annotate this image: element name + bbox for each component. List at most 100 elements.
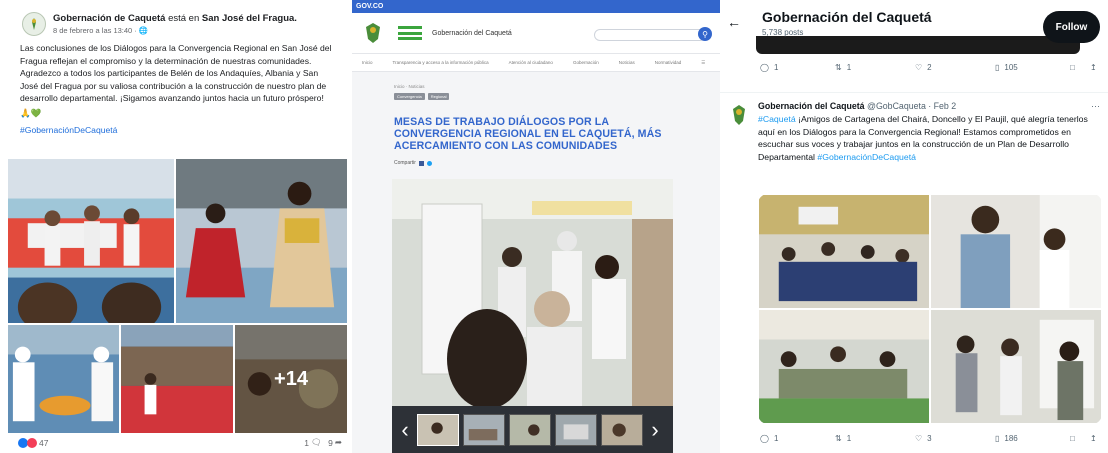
gov-co-logo[interactable]: GOV.CO xyxy=(356,3,383,10)
carousel-thumb[interactable] xyxy=(509,413,551,446)
tag[interactable]: Convergencia xyxy=(394,93,425,100)
like-button[interactable]: ♡ 2 xyxy=(915,63,932,72)
back-arrow-icon[interactable]: ← xyxy=(727,14,741,30)
coat-of-arms-icon xyxy=(366,23,380,43)
repost-icon: ⇅ xyxy=(835,63,842,72)
profile-name: Gobernación del Caquetá xyxy=(762,9,932,25)
article-body: Inicio · Noticias Convergencia Regional … xyxy=(352,84,720,166)
handle-date[interactable]: @GobCaqueta · Feb 2 xyxy=(867,101,956,111)
reply-button[interactable]: ◯ 1 xyxy=(760,63,778,72)
emoji-row: 🙏💚 xyxy=(20,107,42,118)
nav-item[interactable]: Inicio xyxy=(362,60,373,65)
photo-more[interactable]: +14 xyxy=(234,324,348,434)
carousel-thumb[interactable] xyxy=(601,413,643,446)
repost-button[interactable]: ⇅ 1 xyxy=(835,63,851,72)
more-options-icon[interactable]: ··· xyxy=(1091,101,1100,111)
chart-icon: ▯ xyxy=(995,63,1000,72)
share-icon[interactable]: ↥ xyxy=(1090,434,1097,443)
breadcrumb[interactable]: Inicio · Noticias xyxy=(394,84,682,89)
post-timestamp[interactable]: 8 de febrero a las 13:40 · 🌐 xyxy=(53,25,297,36)
post-header: Gobernación de Caquetá está en San José … xyxy=(0,0,352,40)
share-icon[interactable]: ↥ xyxy=(1090,63,1097,72)
hashtag-link[interactable]: #GobernaciónDeCaquetá xyxy=(0,119,352,135)
heart-icon: ♡ xyxy=(915,433,923,443)
reply-icon: ◯ xyxy=(760,63,769,72)
carousel-thumb[interactable] xyxy=(463,413,505,446)
views-button[interactable]: ▯ 186 xyxy=(995,434,1018,443)
photo-dancers[interactable] xyxy=(175,158,348,324)
facebook-share-icon[interactable] xyxy=(418,160,424,166)
tweet-text: #Caquetá ¡Amigos de Cartagena del Chairá… xyxy=(758,114,1088,162)
gov-header: Gobernación del Caquetá ⚲ xyxy=(352,13,720,53)
comments-count: 1 xyxy=(304,437,309,448)
page-name-link[interactable]: Gobernación de Caquetá xyxy=(53,13,165,24)
location-link[interactable]: San José del Fragua. xyxy=(202,13,297,24)
shares-count: 9 xyxy=(328,437,333,448)
author-name[interactable]: Gobernación del Caquetá xyxy=(758,101,865,111)
tag[interactable]: Regional xyxy=(427,93,450,100)
site-title[interactable]: Gobernación del Caquetá xyxy=(432,30,512,37)
post-stats: 47 1 🗨 9 ➦ xyxy=(18,437,342,448)
bookmark-icon[interactable]: □ xyxy=(1070,63,1075,72)
nav-item[interactable]: Normatividad xyxy=(655,60,682,65)
nav-item[interactable]: Gobernación xyxy=(573,60,599,65)
love-reaction-icon xyxy=(27,437,37,448)
tweet-photo[interactable] xyxy=(758,194,930,309)
action-text: está en xyxy=(168,12,200,24)
chevron-right-icon[interactable]: › xyxy=(647,418,663,441)
photo-grid: +14 xyxy=(7,158,348,434)
menu-icon[interactable]: ☰ xyxy=(701,60,705,66)
hashtag-link[interactable]: #GobernaciónDeCaquetá xyxy=(817,152,916,162)
banner-strip xyxy=(756,36,1080,54)
search-icon[interactable]: ⚲ xyxy=(698,27,712,41)
repost-icon: ⇅ xyxy=(835,433,842,443)
account-avatar[interactable] xyxy=(728,103,750,127)
photo-food[interactable] xyxy=(7,324,120,434)
photo-gym-crowd[interactable] xyxy=(120,324,234,434)
nav-item[interactable]: Transparencia y acceso a la información … xyxy=(393,60,489,65)
search-input[interactable] xyxy=(594,29,706,41)
bookmark-icon[interactable]: □ xyxy=(1070,434,1075,443)
facebook-post-panel: Gobernación de Caquetá está en San José … xyxy=(0,0,352,453)
follow-button[interactable]: Follow xyxy=(1043,11,1100,43)
tweet-header: Gobernación del Caquetá @GobCaqueta · Fe… xyxy=(758,101,1098,111)
tweet-photo-grid xyxy=(758,194,1102,424)
tweet-photo[interactable] xyxy=(930,309,1102,424)
reply-icon: ◯ xyxy=(760,433,769,443)
comments-shares[interactable]: 1 🗨 9 ➦ xyxy=(304,437,342,448)
twitter-share-icon[interactable] xyxy=(426,160,432,166)
gov-nav: Inicio Transparencia y acceso a la infor… xyxy=(352,53,720,72)
more-photos-count: +14 xyxy=(235,325,347,433)
gov-article-panel: GOV.CO Gobernación del Caquetá ⚲ Inicio … xyxy=(352,0,720,453)
carousel-thumb[interactable] xyxy=(417,413,459,446)
photo-carousel: ‹ › xyxy=(392,406,673,453)
repost-button[interactable]: ⇅ 1 xyxy=(835,434,851,443)
reactions-summary[interactable]: 47 xyxy=(18,437,48,448)
share-label: Compartir xyxy=(394,160,416,166)
tweet[interactable]: Gobernación del Caquetá @GobCaqueta · Fe… xyxy=(720,93,1108,163)
nav-item[interactable]: Atención al ciudadano xyxy=(509,60,553,65)
tweet-photo[interactable] xyxy=(930,194,1102,309)
carousel-thumb[interactable] xyxy=(555,413,597,446)
hashtag-link[interactable]: #Caquetá xyxy=(758,114,796,124)
site-logo-icon[interactable] xyxy=(398,26,422,40)
post-body: Las conclusiones de los Diálogos para la… xyxy=(20,43,332,103)
nav-item[interactable]: Noticias xyxy=(619,60,635,65)
article-tags: Convergencia Regional xyxy=(394,93,682,100)
post-author-line: Gobernación de Caquetá está en San José … xyxy=(53,13,297,25)
x-profile-panel: ← Gobernación del Caquetá 5,738 posts Fo… xyxy=(720,0,1108,453)
share-bar: Compartir xyxy=(394,160,682,166)
views-button[interactable]: ▯ 105 xyxy=(995,63,1018,72)
globe-icon: 🌐 xyxy=(138,25,149,35)
reply-button[interactable]: ◯ 1 xyxy=(760,434,778,443)
like-button[interactable]: ♡ 3 xyxy=(915,434,932,443)
chevron-left-icon[interactable]: ‹ xyxy=(397,418,413,441)
photo-speakers[interactable] xyxy=(7,158,175,324)
page-avatar[interactable] xyxy=(22,12,46,36)
tweet-photo[interactable] xyxy=(758,309,930,424)
comment-icon: 🗨 xyxy=(310,437,322,447)
article-headline: MESAS DE TRABAJO DIÁLOGOS POR LA CONVERG… xyxy=(394,116,662,152)
tweet-actions: ◯ 1 ⇅ 1 ♡ 3 ▯ 186 □ ↥ xyxy=(720,428,1108,448)
article-main-photo[interactable] xyxy=(392,179,673,406)
heart-icon: ♡ xyxy=(915,63,923,72)
